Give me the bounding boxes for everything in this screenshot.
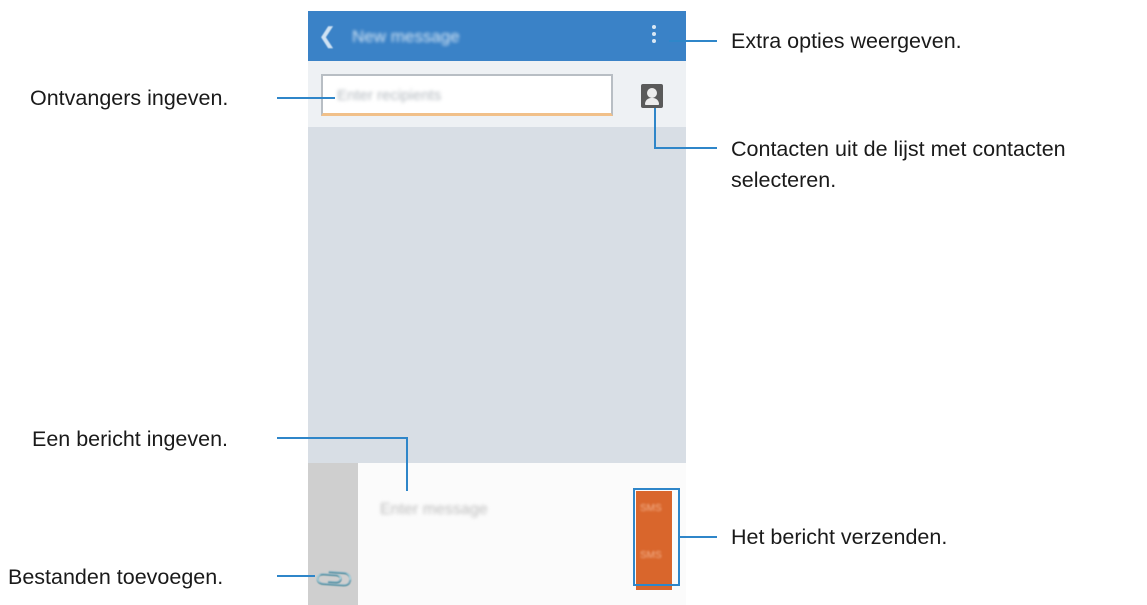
callout-attach: Bestanden toevoegen. <box>8 565 224 589</box>
callout-contacts-line1: Contacten uit de lijst met contacten <box>731 137 1066 161</box>
callout-message: Een bericht ingeven. <box>32 427 229 451</box>
callout-contacts-line2: selecteren. <box>731 168 837 192</box>
recipient-placeholder: Enter recipients <box>337 87 442 104</box>
contact-icon[interactable] <box>641 84 663 108</box>
callout-line-contacts-v <box>654 108 656 149</box>
back-arrow-icon[interactable]: ❮ <box>318 24 338 48</box>
callout-line-contacts-h <box>654 147 717 149</box>
callout-line-options <box>669 40 717 42</box>
callout-recipients: Ontvangers ingeven. <box>30 86 229 110</box>
send-highlight-frame <box>633 488 680 586</box>
more-options-icon[interactable] <box>646 22 662 50</box>
callout-line-message-h <box>277 437 408 439</box>
callout-send: Het bericht verzenden. <box>731 525 948 549</box>
recipient-input[interactable]: Enter recipients <box>321 74 613 116</box>
callout-line-send <box>679 536 717 538</box>
callout-line-attach <box>277 575 315 577</box>
callout-line-message-v <box>406 437 408 491</box>
message-placeholder: Enter message <box>380 501 488 518</box>
callout-extra-options: Extra opties weergeven. <box>731 29 962 53</box>
app-title: New message <box>352 27 460 46</box>
app-bar: ❮ New message <box>308 11 686 61</box>
callout-line-recipients <box>277 97 335 99</box>
phone-screen: ❮ New message Enter recipients 📎 Enter m… <box>308 11 686 605</box>
